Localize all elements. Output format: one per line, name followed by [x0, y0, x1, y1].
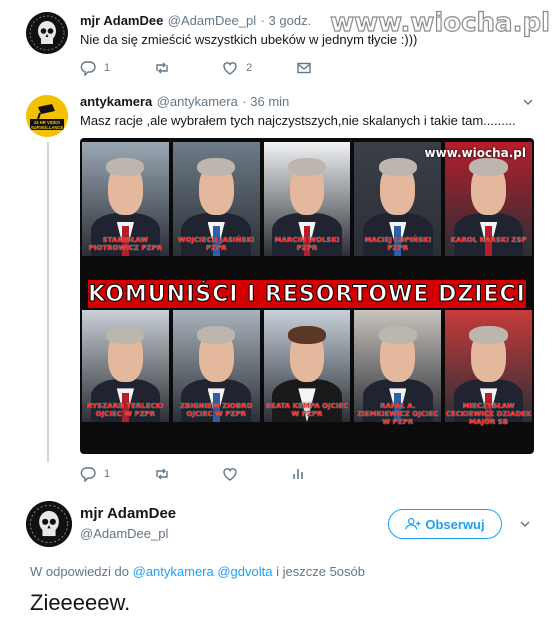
- portrait-caption: MARCIN WOLSKI PZPR: [274, 236, 340, 252]
- like-button[interactable]: [222, 466, 246, 482]
- retweet-icon: [156, 62, 168, 74]
- tweet-1[interactable]: mjr AdamDee @AdamDee_pl · 3 godz. Nie da…: [0, 0, 560, 90]
- portrait-caption: BEATA KEMPA OJCIEC W PZPR: [265, 402, 349, 418]
- author-name[interactable]: antykamera: [80, 94, 152, 109]
- retweet-icon: [156, 468, 168, 480]
- reply-context: W odpowiedzi do @antykamera @gdvolta i j…: [30, 564, 365, 579]
- reply-icon: [80, 467, 96, 482]
- reply-button[interactable]: 1: [80, 60, 110, 76]
- tweet-time[interactable]: · 3 godz.: [261, 13, 312, 28]
- heart-icon: [223, 468, 237, 481]
- avatar[interactable]: [26, 501, 72, 547]
- like-count: 2: [246, 62, 253, 74]
- portrait-caption: KAROL KARSKI ZSP: [450, 236, 527, 244]
- portrait-caption: STANISŁAW PIOTROWICZ PZPR: [88, 236, 163, 252]
- add-user-icon: [405, 518, 421, 530]
- reply-icon: [80, 61, 96, 76]
- message-button[interactable]: [296, 60, 320, 76]
- reply-prefix: W odpowiedzi do: [30, 564, 129, 579]
- author-handle[interactable]: @AdamDee_pl: [80, 526, 168, 541]
- skull-icon: [26, 12, 68, 54]
- thread-line: [47, 142, 49, 462]
- portrait-caption: MIECZYSŁAW CECKIEWICZ DZIADEK MAJOR SB: [445, 402, 532, 426]
- analytics-icon: [293, 469, 303, 479]
- chevron-down-icon[interactable]: [519, 518, 531, 530]
- image-banner: KOMUNIŚCI I RESORTOWE DZIECI: [88, 280, 526, 308]
- svg-text:SURVEILLANCE: SURVEILLANCE: [31, 125, 64, 130]
- portrait-caption: WOJCIECH JASIŃSKI PZPR: [177, 236, 255, 252]
- analytics-button[interactable]: [290, 466, 314, 482]
- reply-count: 1: [104, 62, 111, 74]
- avatar[interactable]: 24 HR VIDEO SURVEILLANCE: [26, 95, 68, 137]
- banner-text: KOMUNIŚCI I RESORTOWE DZIECI: [88, 281, 526, 307]
- author-handle[interactable]: @AdamDee_pl: [168, 13, 256, 28]
- tweet-text: Nie da się zmieścić wszystkich ubeków w …: [80, 32, 418, 47]
- author-name[interactable]: mjr AdamDee: [80, 505, 176, 522]
- author-handle[interactable]: @antykamera: [157, 94, 238, 109]
- reply-suffix[interactable]: i jeszcze 5osób: [276, 564, 365, 579]
- reply-count: 1: [104, 468, 111, 480]
- author-name[interactable]: mjr AdamDee: [80, 13, 163, 28]
- tweet-text: Zieeeeew.: [30, 590, 131, 615]
- like-button[interactable]: 2: [222, 60, 252, 76]
- camera-icon: 24 HR VIDEO SURVEILLANCE: [26, 95, 68, 137]
- portrait-caption: RAFAŁ A. ZIEMKIEWICZ OJCIEC W PZPR: [357, 402, 439, 426]
- tweet-time[interactable]: · 36 min: [242, 94, 289, 109]
- avatar[interactable]: [26, 12, 68, 54]
- portrait-caption: ZBIGNIEW ZIOBRO OJCIEC W PZPR: [179, 402, 253, 418]
- portrait-caption: MACIEJ ŁOPIŃSKI PZPR: [364, 236, 432, 252]
- image-watermark: www.wiocha.pl: [424, 146, 526, 160]
- reply-mentions[interactable]: @antykamera @gdvolta: [133, 564, 273, 579]
- follow-button[interactable]: Obserwuj: [388, 509, 502, 539]
- portrait-caption: RYSZARD TERLECKI OJCIEC W PZPR: [87, 402, 164, 418]
- follow-label: Obserwuj: [425, 516, 485, 532]
- chevron-down-icon[interactable]: [522, 96, 534, 108]
- reply-button[interactable]: 1: [80, 466, 110, 482]
- retweet-button[interactable]: [154, 60, 178, 76]
- retweet-button[interactable]: [154, 466, 178, 482]
- envelope-icon: [297, 62, 311, 74]
- tweet-image[interactable]: STANISŁAW PIOTROWICZ PZPR WOJCIECH JASIŃS…: [80, 138, 534, 454]
- heart-icon: [223, 62, 237, 75]
- skull-icon: [26, 501, 72, 547]
- tweet-text: Masz racje ,ale wybrałem tych najczystsz…: [80, 113, 516, 128]
